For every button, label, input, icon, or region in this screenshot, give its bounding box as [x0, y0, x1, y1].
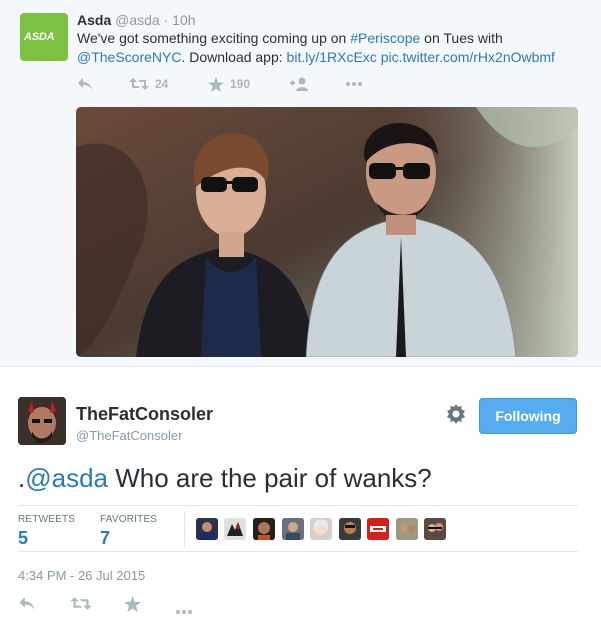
reply-icon	[78, 78, 92, 90]
mention-link[interactable]: @TheScoreNYC	[77, 49, 181, 65]
avatar-image	[396, 518, 418, 540]
gear-icon[interactable]	[446, 404, 466, 424]
avatar-image	[196, 518, 218, 540]
retweet-button[interactable]: 24	[129, 75, 168, 93]
asda-avatar[interactable]: ASDA	[20, 13, 68, 61]
quoted-author-name[interactable]: Asda	[77, 12, 111, 28]
stats-divider	[184, 511, 185, 547]
time-separator: ·	[163, 12, 169, 28]
retweets-value: 5	[18, 528, 29, 548]
reply-icon	[19, 597, 35, 610]
avatar[interactable]	[424, 518, 446, 540]
avatar-image	[367, 518, 389, 540]
avatar-image	[339, 518, 361, 540]
more-icon	[176, 610, 192, 614]
retweet-icon	[129, 78, 149, 90]
mention-link[interactable]: @asda	[25, 463, 108, 493]
quoted-author-handle[interactable]: @asda	[115, 12, 160, 28]
favorite-icon	[124, 596, 141, 612]
text-segment: on Tues with	[420, 30, 503, 46]
photo-image	[76, 107, 578, 357]
reply-button[interactable]	[77, 75, 93, 93]
retweets-stat[interactable]: RETWEETS 5	[18, 514, 75, 549]
following-button[interactable]: Following	[479, 398, 577, 434]
avatar[interactable]	[339, 518, 361, 540]
more-icon	[346, 82, 362, 86]
quoted-tweet-header: Asda @asda · 10h	[77, 11, 196, 29]
avatar[interactable]	[196, 518, 218, 540]
tweet-timestamp[interactable]: 4:34 PM - 26 Jul 2015	[18, 568, 145, 583]
follow-icon	[290, 77, 308, 91]
tweet-stats: RETWEETS 5 FAVORITES 7	[18, 505, 578, 552]
avatar-image	[310, 518, 332, 540]
favorites-label: FAVORITES	[100, 514, 158, 525]
favorite-icon	[208, 76, 224, 92]
quoted-tweet-time[interactable]: 10h	[172, 12, 195, 28]
avatar[interactable]	[224, 518, 246, 540]
pic-link[interactable]: pic.twitter.com/rHx2nOwbmf	[381, 49, 555, 65]
quoted-tweet-text: We've got something exciting coming up o…	[77, 29, 582, 67]
author-handle[interactable]: @TheFatConsoler	[76, 428, 182, 443]
favorites-stat[interactable]: FAVORITES 7	[100, 514, 157, 549]
quoted-tweet[interactable]: ASDA Asda @asda · 10h We've got somethin…	[0, 0, 601, 367]
follow-button-small[interactable]	[290, 75, 310, 93]
avatar[interactable]	[253, 518, 275, 540]
avatar[interactable]	[310, 518, 332, 540]
text-body: Who are the pair of wanks?	[108, 463, 432, 493]
hashtag-link[interactable]: #Periscope	[350, 30, 420, 46]
avatar[interactable]	[396, 518, 418, 540]
favorite-button[interactable]	[124, 596, 141, 617]
reply-button[interactable]	[18, 596, 36, 616]
favorite-button[interactable]: 190	[208, 75, 250, 93]
author-name[interactable]: TheFatConsoler	[76, 404, 213, 425]
avatar-image	[282, 518, 304, 540]
avatar-image	[224, 518, 246, 540]
tweet-text: .@asda Who are the pair of wanks?	[18, 462, 432, 494]
more-button[interactable]	[175, 602, 193, 620]
author-avatar[interactable]	[18, 397, 66, 445]
text-segment: We've got something exciting coming up o…	[77, 30, 351, 46]
avatar-image	[253, 518, 275, 540]
text-segment: . Download app:	[181, 49, 287, 65]
url-link[interactable]: bit.ly/1RXcExc	[287, 49, 377, 65]
asda-logo-text: ASDA	[24, 31, 55, 43]
retweet-icon	[70, 597, 92, 610]
tweet-photo[interactable]	[76, 107, 578, 357]
avatar[interactable]	[282, 518, 304, 540]
favorites-value: 7	[100, 528, 111, 548]
retweet-count: 24	[155, 77, 169, 91]
retweet-button[interactable]	[70, 596, 92, 616]
avatar-image	[424, 518, 446, 540]
avatar[interactable]	[367, 518, 389, 540]
retweets-label: RETWEETS	[18, 514, 76, 525]
avatar-image	[18, 397, 66, 445]
more-button[interactable]	[345, 75, 363, 93]
favorite-count: 190	[230, 77, 251, 91]
